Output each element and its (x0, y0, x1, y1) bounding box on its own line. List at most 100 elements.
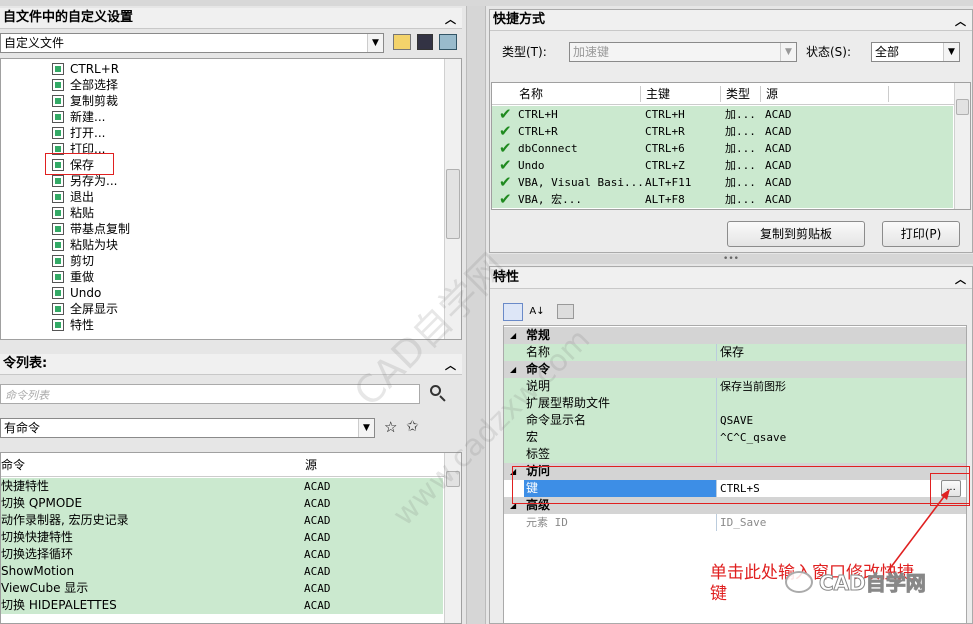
tree-item[interactable]: 特性 (52, 317, 94, 333)
shortcut-type: 加... (725, 125, 756, 138)
tree-item-label: 复制剪裁 (70, 94, 119, 108)
shortcut-row[interactable]: ✔ Undo CTRL+Z 加... ACAD (492, 157, 953, 174)
tree-item-label: 剪切 (70, 254, 95, 268)
tree-item-label: 粘贴为块 (70, 238, 119, 252)
shortcut-source: ACAD (765, 159, 792, 172)
shortcut-row[interactable]: ✔ CTRL+R CTRL+R 加... ACAD (492, 123, 953, 140)
new-command-icon[interactable]: ✩ (406, 417, 419, 435)
check-icon: ✔ (499, 105, 512, 123)
chevron-down-icon: ▼ (358, 419, 374, 437)
property-row[interactable]: 扩展型帮助文件 (504, 395, 966, 412)
shortcut-key: CTRL+R (645, 125, 685, 138)
categorized-view-icon[interactable] (503, 303, 523, 321)
tree-item-label: 新建... (70, 110, 106, 124)
tree-item[interactable]: 重做 (52, 269, 94, 285)
collapse-triangle-icon: ◢ (510, 331, 517, 340)
col-type[interactable]: 类型 (726, 83, 750, 105)
command-name: ShowMotion (1, 564, 75, 578)
table-row[interactable]: 快捷特性 ACAD (1, 478, 443, 495)
collapse-icon[interactable]: ︿ (445, 356, 456, 376)
command-name: 切换选择循环 (1, 547, 74, 561)
command-icon (52, 303, 64, 315)
tree-item[interactable]: 新建... (52, 109, 105, 125)
export-file-icon[interactable] (439, 34, 457, 50)
tree-item[interactable]: 带基点复制 (52, 221, 130, 237)
collapse-triangle-icon: ◢ (510, 365, 517, 374)
shortcut-row[interactable]: ✔ CTRL+H CTRL+H 加... ACAD (492, 106, 953, 123)
custom-file-select[interactable]: 自定义文件 ▼ (0, 33, 384, 53)
col-name[interactable]: 名称 (519, 83, 543, 105)
shortcut-key: ALT+F11 (645, 176, 692, 189)
property-key: 元素 ID (524, 514, 717, 531)
tree-item-label: 退出 (70, 190, 95, 204)
property-row[interactable]: 说明 保存当前图形 (504, 378, 966, 395)
shortcut-scroll-thumb[interactable] (956, 99, 969, 115)
command-icon (52, 95, 64, 107)
shortcut-source: ACAD (765, 176, 792, 189)
shortcuts-header: 快捷方式 ︿ (490, 10, 972, 31)
table-row[interactable]: ViewCube 显示 ACAD (1, 580, 443, 597)
print-button[interactable]: 打印(P) (882, 221, 960, 247)
tree-item-label: 重做 (70, 270, 95, 284)
command-icon (52, 207, 64, 219)
command-filter-select[interactable]: 有命令 ▼ (0, 418, 375, 438)
shortcut-row[interactable]: ✔ VBA, Visual Basi... ALT+F11 加... ACAD (492, 174, 953, 191)
table-row[interactable]: ShowMotion ACAD (1, 563, 443, 580)
collapse-icon[interactable]: ︿ (955, 12, 966, 32)
tree-item[interactable]: 复制剪裁 (52, 93, 118, 109)
check-icon: ✔ (499, 139, 512, 157)
tree-item[interactable]: 粘贴为块 (52, 237, 118, 253)
table-row[interactable]: 切换 HIDEPALETTES ACAD (1, 597, 443, 614)
command-source: ACAD (304, 497, 331, 510)
save-file-icon[interactable] (417, 34, 433, 50)
horizontal-splitter[interactable]: ••• (489, 254, 973, 264)
custom-file-select-value: 自定义文件 (4, 36, 65, 50)
table-row[interactable]: 切换快捷特性 ACAD (1, 529, 443, 546)
property-row[interactable]: 宏 ^C^C_qsave (504, 429, 966, 446)
collapse-icon[interactable]: ︿ (445, 10, 456, 30)
property-row[interactable]: 命令显示名 QSAVE (504, 412, 966, 429)
tree-item[interactable]: 剪切 (52, 253, 94, 269)
command-icon (52, 287, 64, 299)
shortcut-scrollbar[interactable] (954, 83, 970, 209)
table-row[interactable]: 动作录制器, 宏历史记录 ACAD (1, 512, 443, 529)
shortcut-source: ACAD (765, 193, 792, 206)
open-file-icon[interactable] (393, 34, 411, 50)
tree-item[interactable]: Undo (52, 285, 101, 301)
tree-item[interactable]: 退出 (52, 189, 94, 205)
col-source[interactable]: 源 (766, 83, 778, 105)
collapse-icon[interactable]: ︿ (955, 270, 966, 290)
property-row[interactable]: 标签 (504, 446, 966, 463)
col-command[interactable]: 命令 (1, 453, 25, 477)
tree-scroll-thumb[interactable] (446, 169, 460, 239)
copy-to-clipboard-button[interactable]: 复制到剪贴板 (727, 221, 865, 247)
type-select[interactable]: 加速键 ▼ (569, 42, 797, 62)
chevron-down-icon: ▼ (943, 43, 959, 61)
tree-item[interactable]: 另存为... (52, 173, 117, 189)
status-select[interactable]: 全部 ▼ (871, 42, 960, 62)
command-table-header: 命令 源 (1, 453, 444, 477)
table-row[interactable]: 切换 QPMODE ACAD (1, 495, 443, 512)
shortcut-row[interactable]: ✔ dbConnect CTRL+6 加... ACAD (492, 140, 953, 157)
tree-item[interactable]: 粘贴 (52, 205, 94, 221)
col-key[interactable]: 主键 (646, 83, 670, 105)
tree-item[interactable]: CTRL+R (52, 61, 119, 77)
command-icon (52, 271, 64, 283)
tree-item[interactable]: 全部选择 (52, 77, 118, 93)
custom-settings-header: 自文件中的自定义设置 ︿ (0, 8, 462, 29)
col-source[interactable]: 源 (305, 453, 317, 477)
shortcut-name: VBA, 宏... (518, 193, 582, 206)
tree-item[interactable]: 全屏显示 (52, 301, 118, 317)
alphabetical-sort-icon[interactable]: A↓ (528, 303, 546, 321)
shortcut-type: 加... (725, 193, 756, 206)
command-icon (52, 175, 64, 187)
command-icon (52, 239, 64, 251)
search-icon[interactable] (429, 384, 447, 402)
shortcut-row[interactable]: ✔ VBA, 宏... ALT+F8 加... ACAD (492, 191, 953, 208)
tree-item[interactable]: 打开... (52, 125, 105, 141)
property-pages-icon[interactable] (557, 304, 574, 319)
command-name: 动作录制器, 宏历史记录 (1, 513, 129, 527)
table-row[interactable]: 切换选择循环 ACAD (1, 546, 443, 563)
status-select-value: 全部 (875, 45, 900, 59)
find-command-icon[interactable]: ☆ (384, 418, 397, 436)
